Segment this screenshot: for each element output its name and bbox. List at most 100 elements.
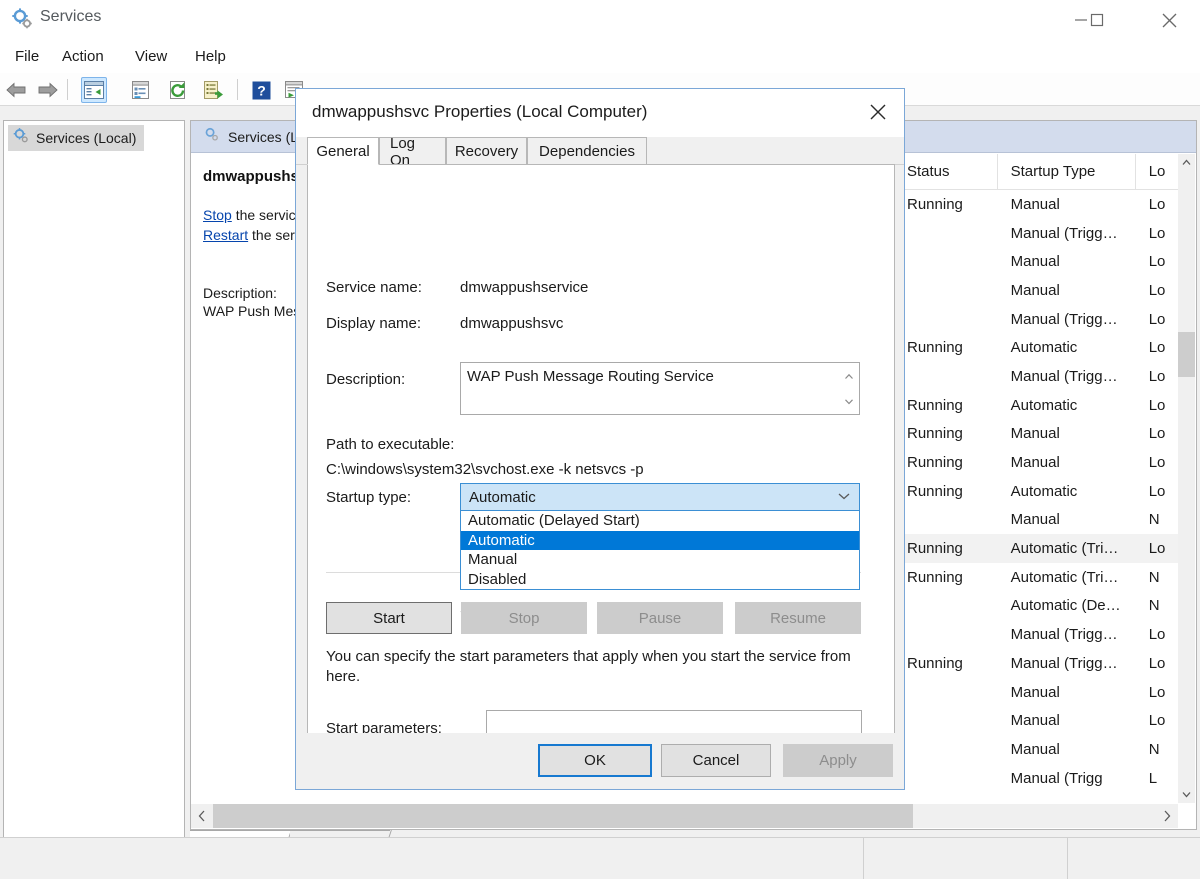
resume-button: Resume	[735, 602, 861, 634]
svg-text:?: ?	[257, 82, 266, 98]
table-row[interactable]: RunningAutomaticLo	[894, 333, 1195, 362]
column-header-startup-type[interactable]: Startup Type	[998, 154, 1136, 190]
show-hide-console-tree-icon[interactable]	[81, 77, 107, 103]
startup-type-option[interactable]: Manual	[461, 550, 859, 570]
stop-button: Stop	[461, 602, 587, 634]
startup-type-combobox[interactable]: Automatic	[460, 483, 860, 511]
display-name-label: Display name:	[326, 315, 421, 332]
table-row[interactable]: RunningAutomatic (Tri…N	[894, 563, 1195, 592]
startup-type-option[interactable]: Disabled	[461, 570, 859, 590]
help-icon[interactable]: ?	[248, 77, 274, 103]
scroll-down-icon[interactable]	[1178, 786, 1195, 803]
scroll-up-icon[interactable]	[838, 366, 859, 386]
status-segment	[0, 838, 864, 879]
cell-status: Running	[894, 540, 998, 557]
table-row[interactable]: Manual (TriggL	[894, 764, 1195, 793]
table-row[interactable]: RunningManualLo	[894, 420, 1195, 449]
scrollbar-thumb[interactable]	[1178, 332, 1195, 377]
tree-node-label: Services (Local)	[36, 130, 136, 146]
cell-startup: Manual	[998, 454, 1136, 471]
restart-service-link[interactable]: Restart	[203, 227, 248, 243]
forward-arrow-icon[interactable]	[34, 77, 60, 103]
maximize-button[interactable]	[1074, 0, 1120, 40]
column-header-status[interactable]: Status	[894, 154, 998, 190]
dialog-general-page: Service name: dmwappushservice Display n…	[307, 164, 895, 734]
table-row[interactable]: RunningAutomatic (Tri…Lo	[894, 534, 1195, 563]
table-row[interactable]: ManualLo	[894, 678, 1195, 707]
cell-status: Running	[894, 569, 998, 586]
tab-dependencies[interactable]: Dependencies	[527, 137, 647, 165]
start-button[interactable]: Start	[326, 602, 452, 634]
dialog-footer: OK Cancel Apply	[296, 733, 904, 789]
cell-startup: Manual (Trigg…	[998, 311, 1136, 328]
menu-action[interactable]: Action	[52, 40, 114, 73]
scroll-right-icon[interactable]	[1156, 804, 1178, 828]
service-name-label: Service name:	[326, 279, 422, 296]
description-label: Description:	[326, 371, 405, 388]
export-list-icon[interactable]	[200, 77, 226, 103]
cell-startup: Manual (Trigg	[998, 770, 1136, 787]
scroll-up-icon[interactable]	[1178, 154, 1195, 171]
console-tree-pane: Services (Local)	[3, 120, 185, 851]
startup-type-dropdown-list[interactable]: Automatic (Delayed Start)AutomaticManual…	[460, 511, 860, 590]
scroll-down-icon[interactable]	[838, 391, 859, 411]
dialog-close-icon[interactable]	[858, 93, 898, 131]
listview-vertical-scrollbar[interactable]	[1178, 154, 1195, 803]
table-row[interactable]: Manual (Trigg…Lo	[894, 362, 1195, 391]
cell-startup: Manual (Trigg…	[998, 655, 1136, 672]
startup-type-option[interactable]: Automatic	[461, 531, 859, 551]
window-titlebar: Services	[0, 0, 1200, 40]
table-row[interactable]: Automatic (De…N	[894, 592, 1195, 621]
table-row[interactable]: Manual (Trigg…Lo	[894, 620, 1195, 649]
table-row[interactable]: RunningAutomaticLo	[894, 391, 1195, 420]
menu-view[interactable]: View	[125, 40, 177, 73]
scroll-left-icon[interactable]	[191, 804, 213, 828]
cell-startup: Manual (Trigg…	[998, 225, 1136, 242]
table-row[interactable]: Manual (Trigg…Lo	[894, 219, 1195, 248]
table-row[interactable]: RunningManualLo	[894, 190, 1195, 219]
listview-header: Status Startup Type Lo	[894, 154, 1195, 190]
startup-type-option[interactable]: Automatic (Delayed Start)	[461, 511, 859, 531]
cancel-button[interactable]: Cancel	[661, 744, 771, 777]
cell-startup: Manual	[998, 712, 1136, 729]
status-segment	[864, 838, 1068, 879]
status-bar	[0, 837, 1200, 879]
description-textarea[interactable]: WAP Push Message Routing Service	[460, 362, 860, 415]
hscrollbar-thumb[interactable]	[213, 804, 913, 828]
refresh-icon[interactable]	[165, 77, 191, 103]
stop-service-link[interactable]: Stop	[203, 207, 232, 223]
tab-log-on[interactable]: Log On	[379, 137, 446, 165]
cell-status: Running	[894, 454, 998, 471]
back-arrow-icon[interactable]	[4, 77, 30, 103]
table-row[interactable]: ManualN	[894, 735, 1195, 764]
cell-startup: Automatic (Tri…	[998, 569, 1136, 586]
service-name-value: dmwappushservice	[460, 279, 588, 296]
table-row[interactable]: ManualLo	[894, 276, 1195, 305]
ok-button[interactable]: OK	[538, 744, 652, 777]
description-scrollbar[interactable]	[838, 362, 860, 415]
menu-help[interactable]: Help	[185, 40, 236, 73]
table-row[interactable]: ManualN	[894, 506, 1195, 535]
menu-file[interactable]: File	[5, 40, 49, 73]
tab-recovery[interactable]: Recovery	[446, 137, 527, 165]
cell-startup: Automatic	[998, 483, 1136, 500]
table-row[interactable]: RunningManual (Trigg…Lo	[894, 649, 1195, 678]
tab-general[interactable]: General	[307, 137, 379, 165]
pause-button: Pause	[597, 602, 723, 634]
table-row[interactable]: ManualLo	[894, 247, 1195, 276]
cell-startup: Manual	[998, 425, 1136, 442]
table-row[interactable]: Manual (Trigg…Lo	[894, 305, 1195, 334]
close-button[interactable]	[1146, 0, 1192, 40]
services-window: Services File Action View Help	[0, 0, 1200, 879]
dialog-title: dmwappushsvc Properties (Local Computer)	[312, 102, 647, 122]
tree-node-services-local[interactable]: Services (Local)	[8, 125, 144, 151]
properties-icon[interactable]	[128, 77, 154, 103]
table-row[interactable]: ManualLo	[894, 706, 1195, 735]
listview-horizontal-scrollbar[interactable]	[191, 804, 1178, 828]
cell-startup: Automatic	[998, 339, 1136, 356]
menubar: File Action View Help	[0, 40, 1200, 73]
table-row[interactable]: RunningAutomaticLo	[894, 477, 1195, 506]
table-row[interactable]: RunningManualLo	[894, 448, 1195, 477]
path-to-executable-label: Path to executable:	[326, 436, 454, 453]
stop-service-link-rest: the service	[232, 207, 304, 223]
